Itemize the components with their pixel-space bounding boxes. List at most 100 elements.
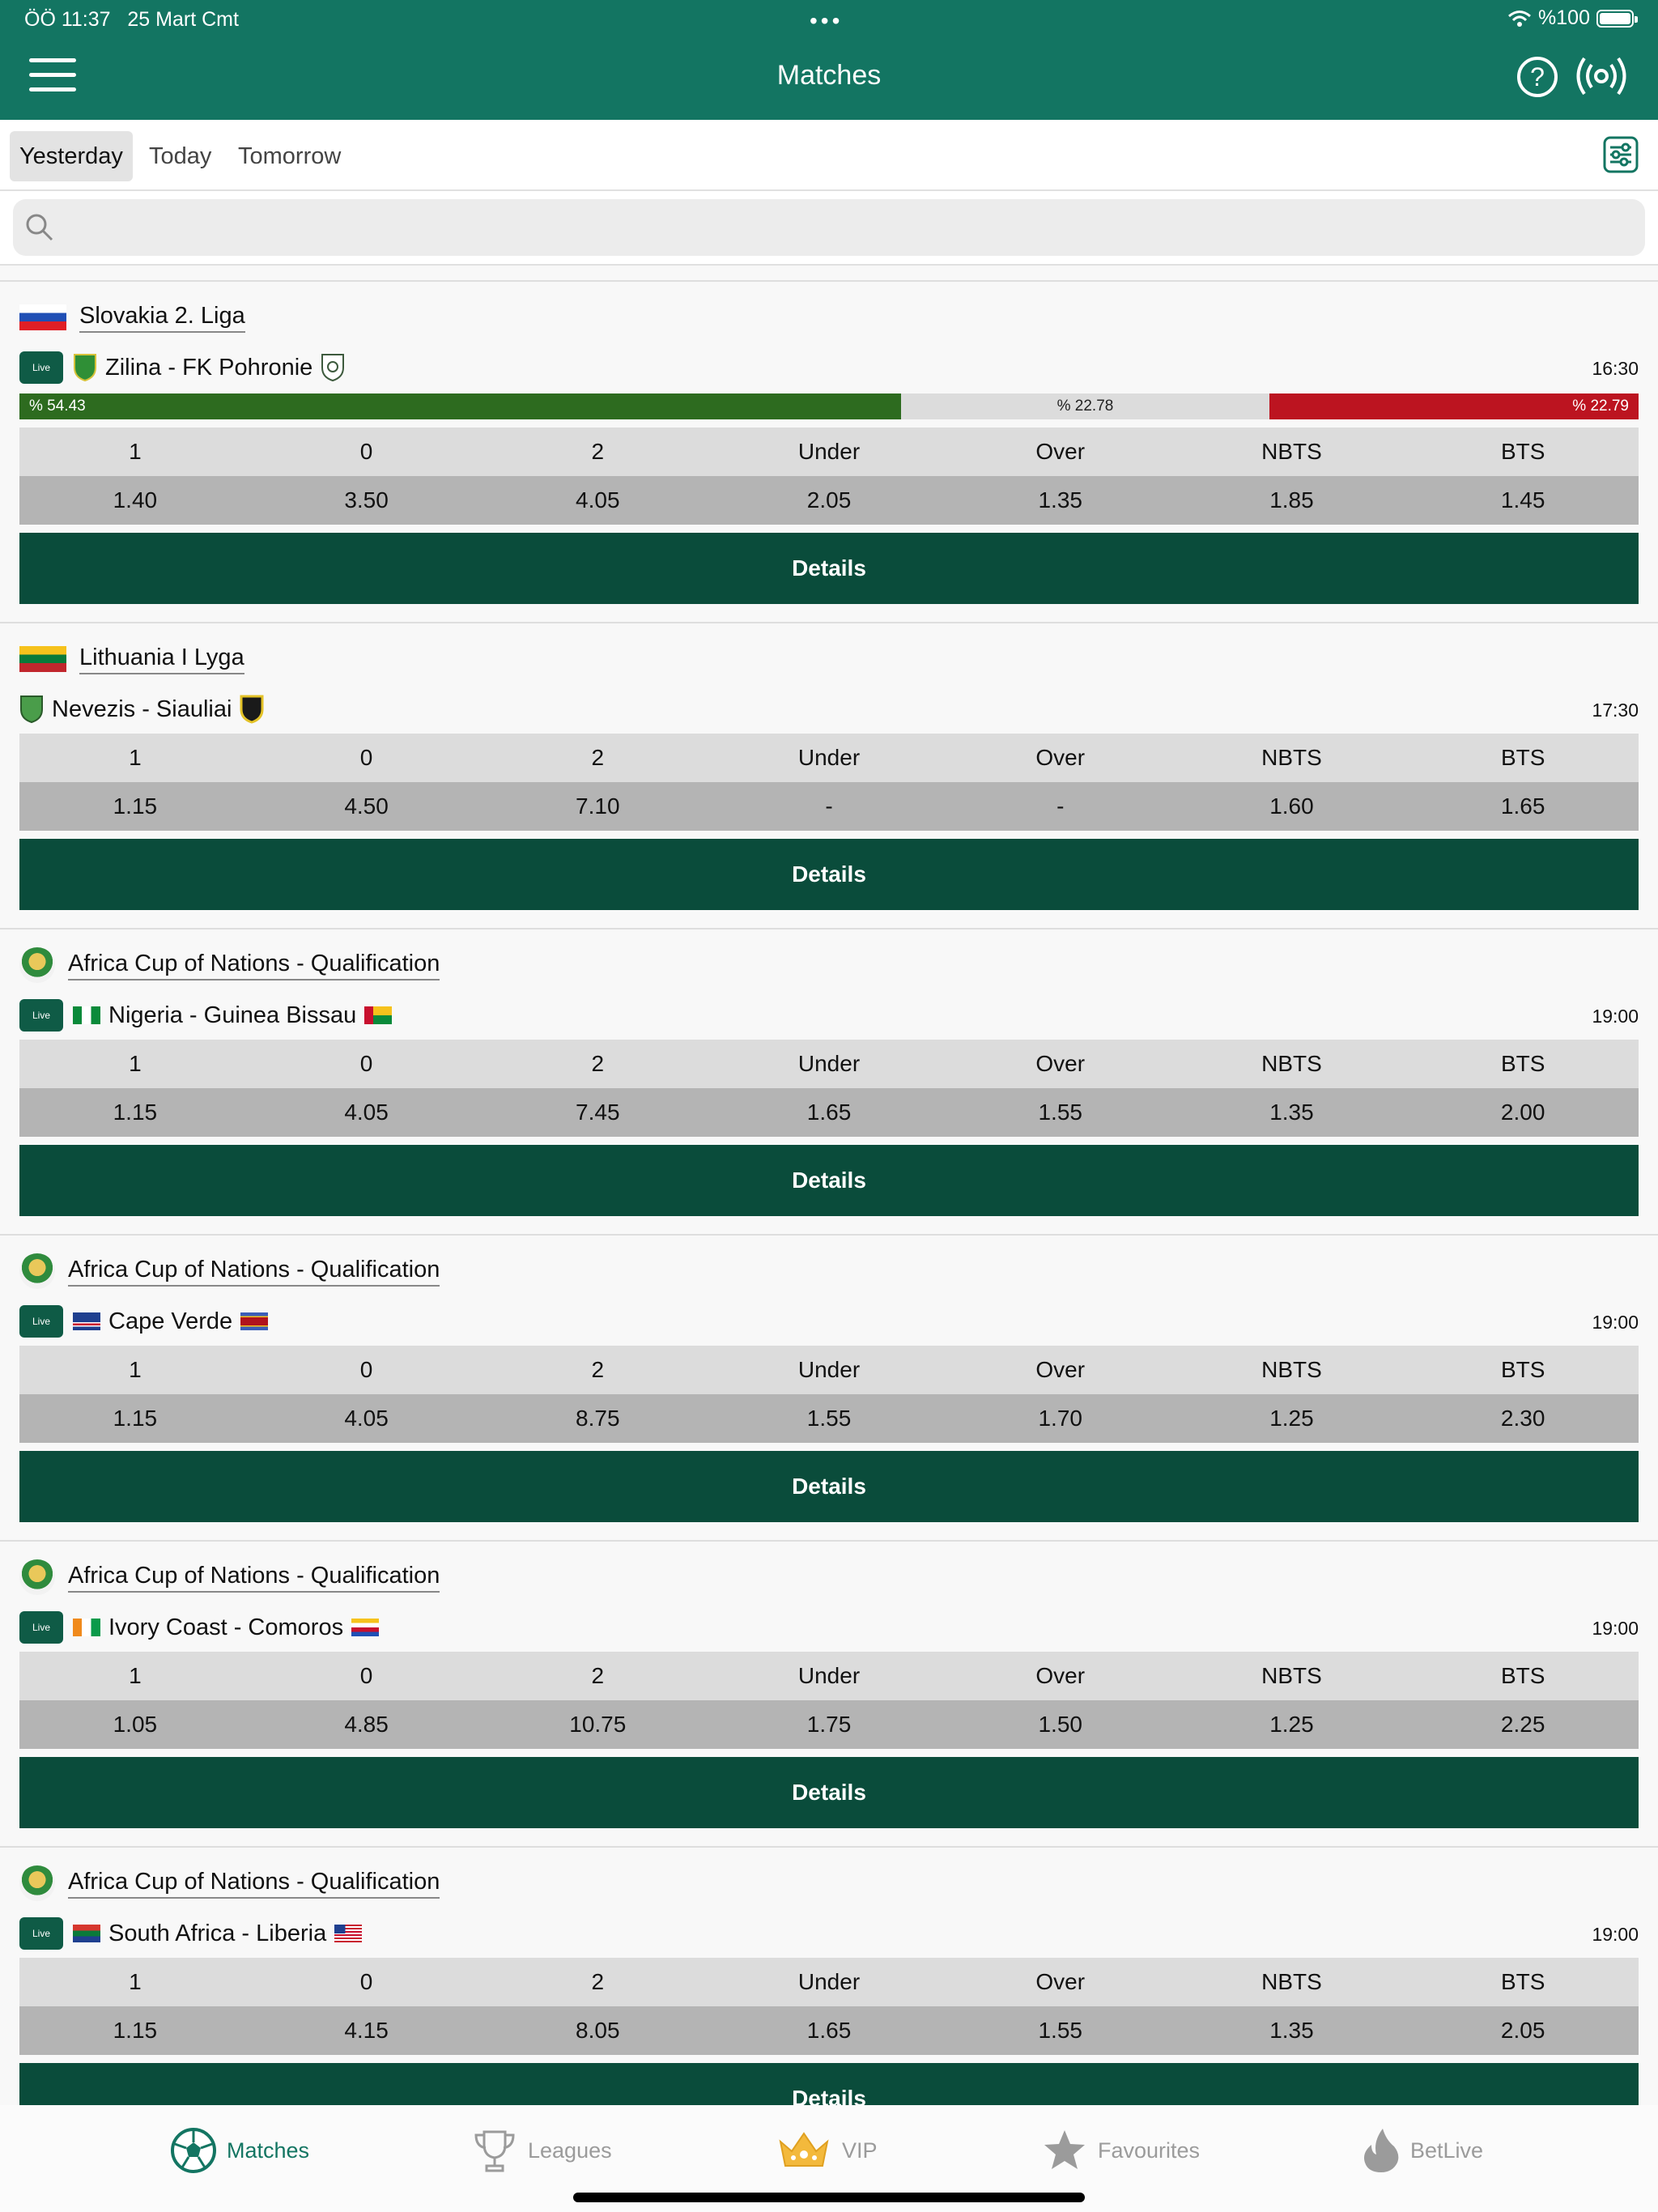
odds-value[interactable]: 8.05 [482,2006,713,2055]
odds-value[interactable]: 7.10 [482,782,713,831]
search-bar[interactable] [13,199,1645,256]
nav-favourites[interactable]: Favourites [1041,2126,1200,2175]
match-teams[interactable]: Nevezis - Siauliai [19,691,264,727]
match-teams[interactable]: Live Nigeria - Guinea Bissau [19,998,393,1033]
league-header[interactable]: Slovakia 2. Liga [19,300,245,335]
odds-value[interactable]: 8.75 [482,1394,713,1443]
odds-value[interactable]: 1.60 [1176,782,1408,831]
match-teams[interactable]: Live Zilina - FK Pohronie [19,350,345,385]
odds-value[interactable]: 10.75 [482,1700,713,1749]
odds-value[interactable]: 1.55 [713,1394,945,1443]
search-input[interactable] [70,207,1608,248]
odds-value[interactable]: 1.15 [19,1394,251,1443]
match-teams[interactable]: Live Cape Verde [19,1304,269,1339]
match-list[interactable]: Slovakia 2. Liga Live Zilina - FK Pohron… [0,280,1658,2105]
odds-value[interactable]: 1.35 [945,476,1176,525]
team-crest-icon [321,354,345,382]
odds-value[interactable]: 1.65 [713,2006,945,2055]
odds-value[interactable]: 1.25 [1176,1394,1408,1443]
teams-label[interactable]: Ivory Coast - Comoros [108,1614,343,1641]
league-header[interactable]: Africa Cup of Nations - Qualification [19,1253,440,1289]
odds-value[interactable]: 1.15 [19,782,251,831]
league-header[interactable]: Lithuania I Lyga [19,641,244,677]
league-header[interactable]: Africa Cup of Nations - Qualification [19,1865,440,1901]
teams-label[interactable]: Cape Verde [108,1308,232,1335]
odds-value[interactable]: 1.70 [945,1394,1176,1443]
nav-matches[interactable]: Matches [170,2126,309,2175]
match-time: 17:30 [1592,700,1639,721]
odds-value[interactable]: 1.55 [945,1088,1176,1137]
odds-value[interactable]: 1.65 [713,1088,945,1137]
teams-label[interactable]: South Africa - Liberia [108,1921,326,1947]
match-teams[interactable]: Live South Africa - Liberia [19,1916,363,1951]
details-button[interactable]: Details [19,2063,1639,2105]
odds-value[interactable]: 1.65 [1407,782,1639,831]
live-badge[interactable]: Live [19,1917,63,1950]
nav-vip[interactable]: VIP [776,2126,878,2175]
odds-value[interactable]: 1.40 [19,476,251,525]
league-name[interactable]: Slovakia 2. Liga [79,303,245,333]
league-name[interactable]: Africa Cup of Nations - Qualification [68,1257,440,1287]
league-header[interactable]: Africa Cup of Nations - Qualification [19,947,440,983]
odds-header: Over [1035,439,1086,464]
live-badge[interactable]: Live [19,999,63,1032]
league-name[interactable]: Africa Cup of Nations - Qualification [68,951,440,981]
teams-label[interactable]: Nigeria - Guinea Bissau [108,1002,356,1029]
odds-value[interactable]: 1.85 [1176,476,1408,525]
odds-value[interactable]: 1.35 [1176,1088,1408,1137]
league-name[interactable]: Africa Cup of Nations - Qualification [68,1869,440,1899]
odds-value[interactable]: 1.50 [945,1700,1176,1749]
odds-value[interactable]: 1.15 [19,2006,251,2055]
league-name[interactable]: Africa Cup of Nations - Qualification [68,1563,440,1593]
match-teams[interactable]: Live Ivory Coast - Comoros [19,1610,380,1645]
odds-value[interactable]: 4.85 [251,1700,483,1749]
odds-value[interactable]: 4.50 [251,782,483,831]
teams-label[interactable]: Zilina - FK Pohronie [105,355,312,381]
help-icon[interactable]: ? [1517,57,1558,97]
odds-value[interactable]: 2.25 [1407,1700,1639,1749]
nav-leagues[interactable]: Leagues [471,2126,612,2175]
league-name[interactable]: Lithuania I Lyga [79,644,244,674]
odds-value[interactable]: - [945,782,1176,831]
odds-value[interactable]: 1.55 [945,2006,1176,2055]
live-badge[interactable]: Live [19,1611,63,1644]
odds-value[interactable]: 3.50 [251,476,483,525]
live-badge[interactable]: Live [19,351,63,384]
odds-value[interactable]: 1.45 [1407,476,1639,525]
odds-value[interactable]: 4.05 [482,476,713,525]
odds-value[interactable]: 2.05 [713,476,945,525]
odds-value[interactable]: 1.75 [713,1700,945,1749]
tab-yesterday[interactable]: Yesterday [10,131,133,181]
multitask-dots-icon[interactable]: ••• [810,8,843,34]
odds-value[interactable]: 4.15 [251,2006,483,2055]
odds-value[interactable]: 1.05 [19,1700,251,1749]
tab-tomorrow[interactable]: Tomorrow [228,131,351,181]
details-button[interactable]: Details [19,1757,1639,1828]
odds-value[interactable]: 2.05 [1407,2006,1639,2055]
odds-value[interactable]: 4.05 [251,1088,483,1137]
odds-value[interactable]: 4.05 [251,1394,483,1443]
flame-icon [1364,2129,1399,2172]
details-button[interactable]: Details [19,533,1639,604]
details-button[interactable]: Details [19,839,1639,910]
odds-value[interactable]: 7.45 [482,1088,713,1137]
broadcast-icon[interactable] [1575,53,1627,99]
details-button[interactable]: Details [19,1145,1639,1216]
live-badge[interactable]: Live [19,1305,63,1338]
filter-settings-icon[interactable] [1603,136,1639,173]
details-button[interactable]: Details [19,1451,1639,1522]
odds-header-row: 1 0 2 Under Over NBTS BTS [19,1346,1639,1394]
league-header[interactable]: Africa Cup of Nations - Qualification [19,1559,440,1595]
odds-value[interactable]: 2.30 [1407,1394,1639,1443]
teams-label[interactable]: Nevezis - Siauliai [52,696,232,723]
odds-value[interactable]: 1.35 [1176,2006,1408,2055]
odds-value[interactable]: 2.00 [1407,1088,1639,1137]
odds-value[interactable]: 1.15 [19,1088,251,1137]
odds-value[interactable]: 1.25 [1176,1700,1408,1749]
odds-value[interactable]: - [713,782,945,831]
home-indicator[interactable] [573,2193,1085,2202]
nav-betlive[interactable]: BetLive [1362,2126,1483,2175]
odds-value-row: 1.15 4.15 8.05 1.65 1.55 1.35 2.05 [19,2006,1639,2055]
tab-today[interactable]: Today [139,131,221,181]
odds-header: 2 [591,1969,605,1994]
